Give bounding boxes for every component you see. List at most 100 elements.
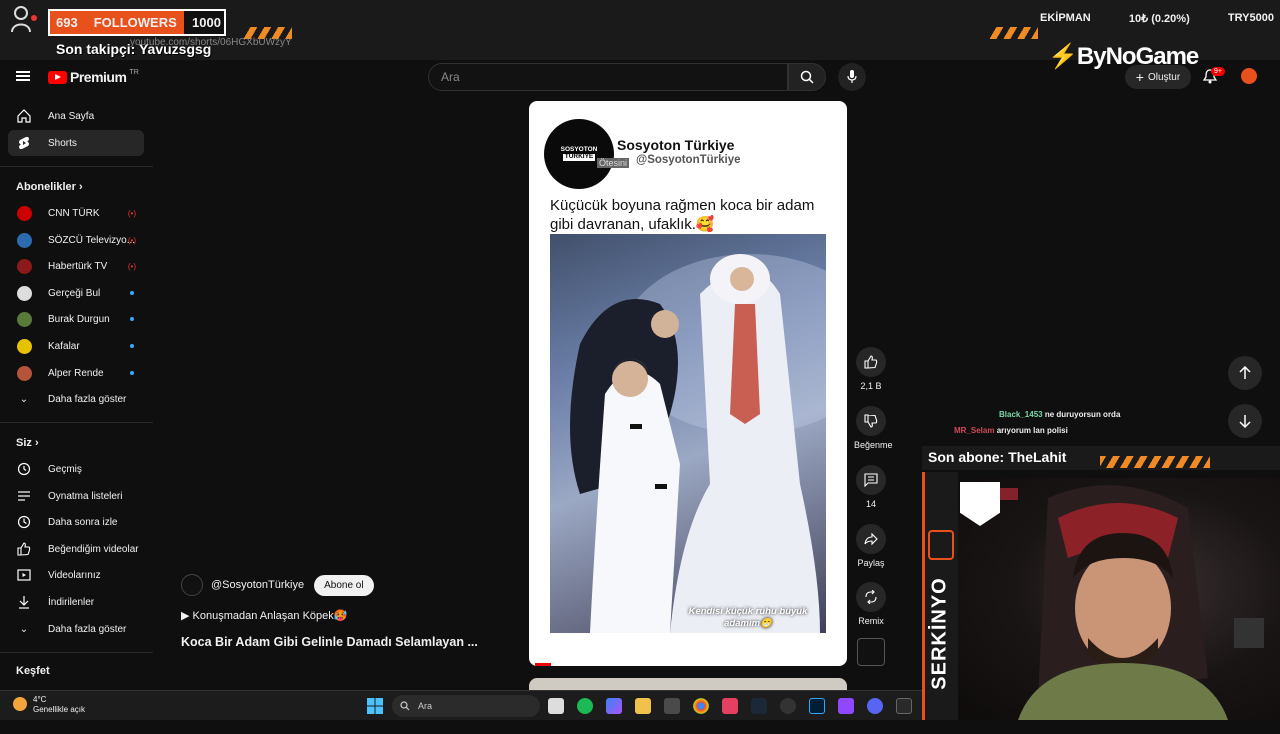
streamer-name-panel: SERKİNYO [922, 472, 958, 720]
sidebar-item-shorts[interactable]: Shorts [8, 130, 144, 156]
subscribe-button[interactable]: Abone ol [314, 574, 374, 596]
followers-goal: 1000 [192, 15, 221, 30]
discord-icon[interactable] [867, 698, 883, 714]
dislike-button[interactable]: Beğenme [854, 406, 893, 450]
streamer-name: SERKİNYO [928, 577, 951, 690]
sidebar-item-subscription[interactable]: Gerçeği Bul [8, 280, 144, 306]
next-short-button[interactable] [1228, 404, 1262, 438]
sidebar-item-history[interactable]: Geçmiş [8, 456, 144, 482]
sidebar-item-downloads[interactable]: İndirilenler [8, 589, 144, 615]
photoshop-icon[interactable] [809, 698, 825, 714]
progress-indicator [535, 663, 551, 666]
audio-source-thumbnail[interactable] [857, 638, 885, 666]
search-input[interactable]: Ara [428, 63, 788, 91]
voice-search-button[interactable] [838, 63, 866, 91]
previous-short-button[interactable] [1228, 356, 1262, 390]
sidebar-item-show-more[interactable]: ⌄ Daha fazla göster [8, 616, 144, 642]
history-icon [17, 462, 31, 476]
task-view-icon[interactable] [548, 698, 564, 714]
chat-message: MR_Selam arıyorum lan polisi [954, 426, 1068, 435]
obs-icon[interactable] [780, 698, 796, 714]
playlist-icon [18, 491, 30, 501]
comment-icon [864, 473, 878, 487]
like-button[interactable]: 2,1 B [854, 347, 888, 391]
weather-widget[interactable]: 4°C Genellikle açık [13, 695, 85, 715]
sidebar: Ana Sayfa Shorts Abonelikler › CNN TÜRK … [0, 100, 153, 690]
steam-icon[interactable] [751, 698, 767, 714]
sidebar-item-subscription[interactable]: Burak Durgun [8, 306, 144, 332]
file-explorer-icon[interactable] [635, 698, 651, 714]
followers-goal-bar: 693 FOLLOWERS 1000 [48, 9, 226, 36]
search-button[interactable] [788, 63, 826, 91]
chevron-down-icon: ⌄ [19, 623, 29, 635]
create-button[interactable]: + Oluştur [1125, 65, 1191, 89]
epic-games-icon[interactable] [896, 698, 912, 714]
thumbs-down-icon [864, 414, 878, 428]
stats-label: EKİPMAN [1040, 12, 1091, 24]
overlay-stripes [990, 27, 1038, 39]
youtube-logo[interactable]: Premium TR [48, 69, 139, 85]
taskbar-search[interactable]: Ara [392, 695, 540, 717]
windows-start-icon[interactable] [367, 698, 383, 714]
sidebar-item-liked-videos[interactable]: Beğendiğim videolar [8, 536, 144, 562]
comments-button[interactable]: 14 [854, 465, 888, 509]
weather-icon [13, 697, 27, 711]
channel-avatar [16, 285, 32, 301]
sidebar-item-subscription[interactable]: Habertürk TV (•) [8, 253, 144, 279]
followers-label: FOLLOWERS [93, 15, 177, 30]
short-description[interactable]: ▶ Konuşmadan Anlaşan Köpek🥵 [181, 609, 347, 622]
sidebar-item-subscription[interactable]: SÖZCÜ Televizyo... (•) [8, 227, 144, 253]
you-header[interactable]: Siz › [16, 437, 39, 449]
sidebar-item-subscription[interactable]: CNN TÜRK (•) [8, 200, 144, 226]
account-avatar[interactable] [1241, 68, 1257, 84]
live-icon: (•) [127, 235, 136, 245]
user-icon [11, 6, 37, 33]
spotify-icon[interactable] [577, 698, 593, 714]
account-name: Sosyoton Türkiye [617, 137, 735, 153]
short-caption: Küçücük boyuna rağmen koca bir adam gibi… [550, 197, 815, 233]
short-video-player[interactable]: SOSYOTON TÜRKİYE Sosyoton Türkiye @Sosyo… [529, 101, 847, 666]
sidebar-item-playlists[interactable]: Oynatma listeleri [8, 483, 144, 509]
chrome-icon[interactable] [693, 698, 709, 714]
plus-icon: + [1135, 69, 1144, 85]
channel-avatar[interactable] [181, 574, 203, 596]
microsoft-store-icon[interactable] [664, 698, 680, 714]
explore-header: Keşfet [16, 665, 50, 677]
stream-overlay-top: 693 FOLLOWERS 1000 youtube.com/shorts/06… [0, 0, 1280, 70]
chevron-right-icon: › [78, 181, 83, 193]
menu-icon[interactable] [16, 71, 30, 81]
twitch-icon[interactable] [838, 698, 854, 714]
wedding-scene-image [570, 254, 826, 633]
windows-taskbar: 4°C Genellikle açık Ara [0, 690, 922, 720]
new-content-dot [130, 371, 134, 375]
thumbs-up-icon [17, 542, 31, 556]
shorts-icon [19, 137, 29, 149]
subscriptions-header[interactable]: Abonelikler › [16, 181, 83, 193]
share-button[interactable]: Paylaş [854, 524, 888, 568]
short-title[interactable]: Koca Bir Adam Gibi Gelinle Damadı Selaml… [181, 635, 478, 649]
arrow-up-icon [1239, 366, 1251, 379]
clock-icon [17, 515, 31, 529]
stats-ticker-code: TRY5000 [1227, 12, 1274, 24]
weather-description: Genellikle açık [33, 705, 86, 714]
remix-button[interactable]: Remix [854, 582, 888, 626]
sidebar-item-home[interactable]: Ana Sayfa [8, 103, 144, 129]
new-content-dot [130, 317, 134, 321]
chat-message: Black_1453 ne duruyorsun orda [999, 410, 1121, 419]
sidebar-item-your-videos[interactable]: Videolarınız [8, 562, 144, 588]
channel-handle[interactable]: @SosyotonTürkiye [211, 579, 304, 591]
copilot-icon[interactable] [606, 698, 622, 714]
live-icon: (•) [127, 261, 136, 271]
search-icon [400, 701, 410, 711]
sidebar-item-watch-later[interactable]: Daha sonra izle [8, 509, 144, 535]
remix-icon [865, 590, 877, 604]
sidebar-item-show-more[interactable]: ⌄ Daha fazla göster [8, 386, 144, 412]
account-logo: SOSYOTON TÜRKİYE [544, 119, 614, 189]
sidebar-divider [0, 166, 153, 167]
instagram-icon[interactable] [722, 698, 738, 714]
notification-badge: 9+ [1211, 67, 1225, 76]
sidebar-item-subscription[interactable]: Kafalar [8, 333, 144, 359]
sidebar-item-subscription[interactable]: Alper Rende [8, 360, 144, 386]
short-photo: Kendisi küçük ruhu büyük adamım😁 [550, 234, 826, 633]
home-icon [17, 109, 31, 123]
